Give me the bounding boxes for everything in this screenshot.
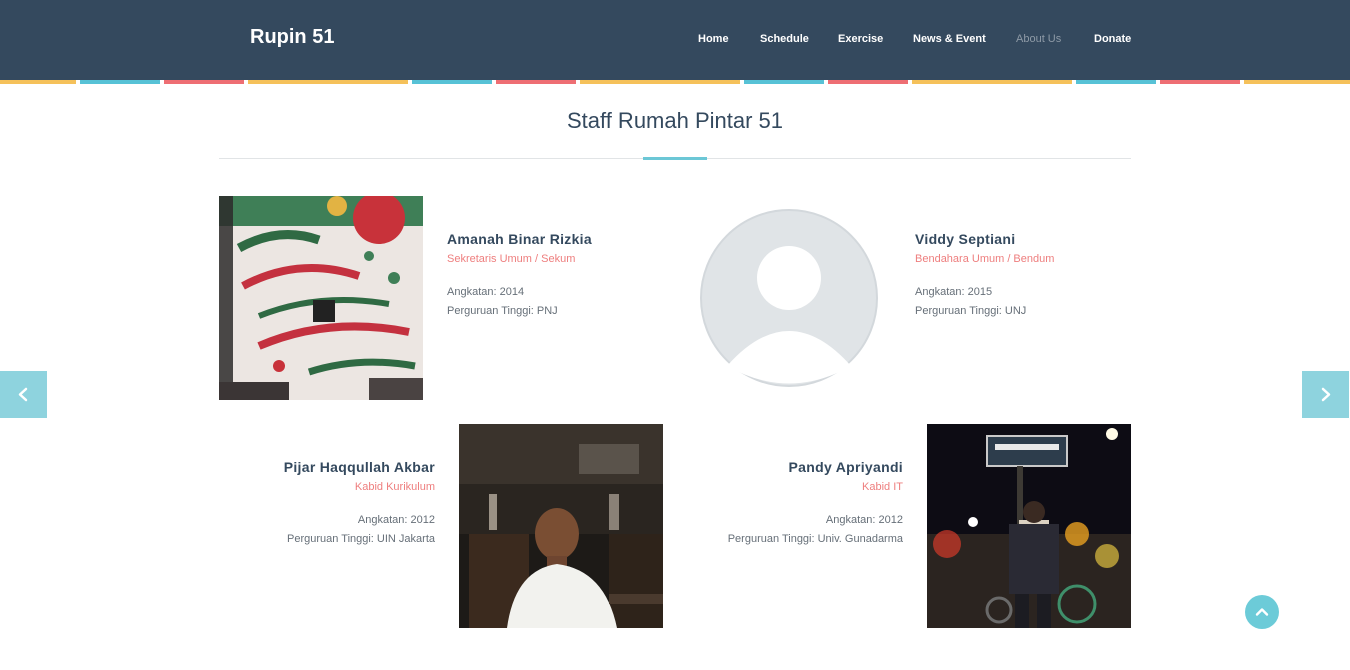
staff-angkatan: Angkatan: 2014	[447, 286, 525, 298]
staff-photo-pandy	[927, 424, 1131, 628]
staff-card-pijar: Pijar Haqqullah Akbar Kabid Kurikulum An…	[215, 459, 435, 545]
chevron-up-icon	[1255, 608, 1269, 616]
chevron-left-icon	[18, 387, 28, 402]
carousel-prev-button[interactable]	[0, 371, 47, 418]
staff-photo-amanah	[219, 196, 423, 400]
title-accent-bar	[643, 157, 707, 160]
staff-card-viddy: Viddy Septiani Bendahara Umum / Bendum A…	[915, 231, 1135, 317]
staff-name: Amanah Binar Rizkia	[447, 231, 592, 247]
staff-role: Kabid IT	[862, 481, 903, 493]
nav-exercise[interactable]: Exercise	[838, 33, 883, 45]
staff-angkatan: Angkatan: 2015	[915, 286, 993, 298]
top-navbar: Rupin 51 Home Schedule Exercise News & E…	[0, 0, 1350, 80]
staff-photo-viddy	[687, 196, 891, 400]
main-nav: Home Schedule Exercise News & Event Abou…	[0, 33, 1350, 47]
nav-about-us[interactable]: About Us	[1016, 33, 1061, 45]
staff-role: Kabid Kurikulum	[354, 481, 435, 493]
nav-schedule[interactable]: Schedule	[760, 33, 809, 45]
nav-news-event[interactable]: News & Event	[913, 33, 986, 45]
staff-perguruan: Perguruan Tinggi: UIN Jakarta	[287, 533, 435, 545]
staff-card-pandy: Pandy Apriyandi Kabid IT Angkatan: 2012 …	[683, 459, 903, 545]
staff-angkatan: Angkatan: 2012	[357, 514, 435, 526]
header-color-stripe	[0, 80, 1350, 84]
carousel-next-button[interactable]	[1302, 371, 1349, 418]
staff-perguruan: Perguruan Tinggi: UNJ	[915, 305, 1027, 317]
staff-role: Bendahara Umum / Bendum	[915, 253, 1055, 265]
nav-home[interactable]: Home	[698, 33, 729, 45]
staff-name: Viddy Septiani	[915, 231, 1016, 247]
nav-donate[interactable]: Donate	[1094, 33, 1131, 45]
staff-name: Pandy Apriyandi	[788, 459, 903, 475]
staff-photo-pijar	[459, 424, 663, 628]
staff-perguruan: Perguruan Tinggi: Univ. Gunadarma	[727, 533, 903, 545]
staff-perguruan: Perguruan Tinggi: PNJ	[447, 305, 558, 317]
chevron-right-icon	[1321, 387, 1331, 402]
staff-angkatan: Angkatan: 2012	[825, 514, 903, 526]
staff-name: Pijar Haqqullah Akbar	[283, 459, 435, 475]
back-to-top-button[interactable]	[1245, 595, 1279, 629]
staff-card-amanah: Amanah Binar Rizkia Sekretaris Umum / Se…	[447, 231, 667, 317]
staff-role: Sekretaris Umum / Sekum	[447, 253, 576, 265]
section-title: Staff Rumah Pintar 51	[566, 108, 784, 133]
